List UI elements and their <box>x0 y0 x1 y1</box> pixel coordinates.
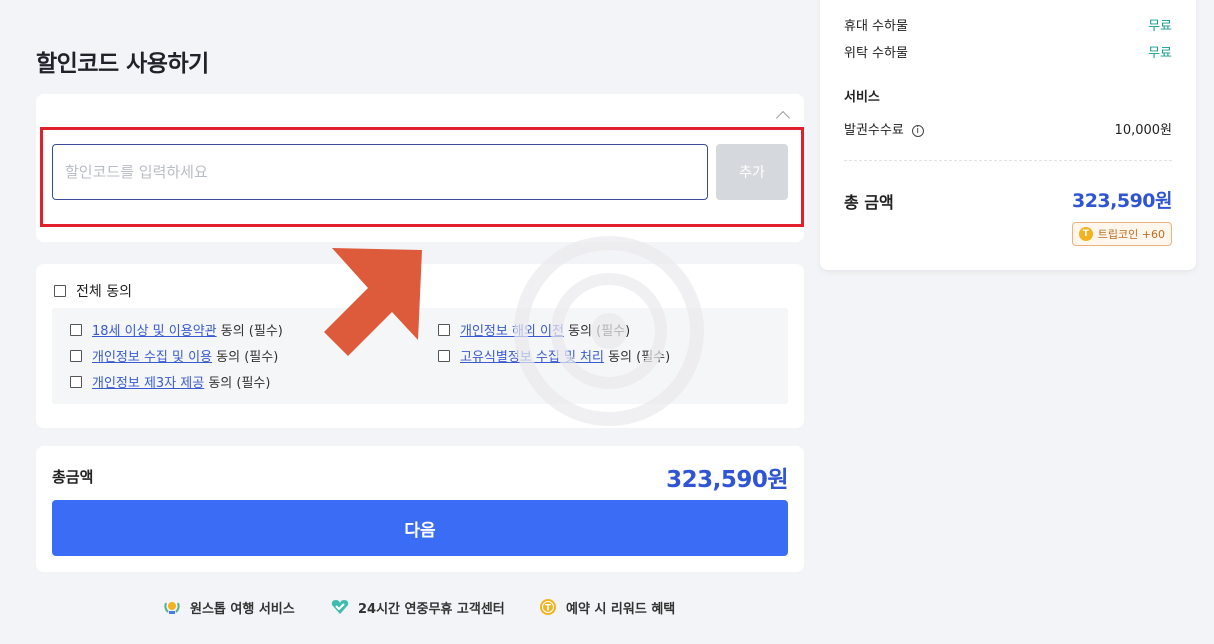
term-item[interactable]: 18세 이상 및 이용약관 동의 (필수) <box>70 320 283 339</box>
checkbox-icon[interactable] <box>70 349 82 362</box>
term-text: 18세 이상 및 이용약관 동의 (필수) <box>92 320 283 339</box>
summary-row-fee: 발권수수료 i 10,000원 <box>844 119 1172 138</box>
summary-label: 발권수수료 <box>844 123 904 138</box>
term-suffix: 동의 (필수) <box>563 324 631 339</box>
term-link-overseas-transfer[interactable]: 개인정보 해외 이전 <box>460 324 564 339</box>
highlight-box <box>40 127 804 227</box>
checkbox-icon[interactable] <box>70 323 82 336</box>
checkbox-icon[interactable] <box>438 349 450 362</box>
term-suffix: 동의 (필수) <box>603 350 671 365</box>
checkbox-icon[interactable] <box>70 375 82 388</box>
coin-icon: T <box>1078 227 1093 241</box>
next-button[interactable]: 다음 <box>52 500 788 556</box>
agree-all-label: 전체 동의 <box>76 284 132 300</box>
fee-label-group: 발권수수료 i <box>844 119 924 138</box>
agree-all-checkbox[interactable]: 전체 동의 <box>54 281 132 301</box>
term-suffix: 동의 (필수) <box>204 376 271 391</box>
term-link-age-terms[interactable]: 18세 이상 및 이용약관 <box>92 324 217 339</box>
term-item[interactable]: 개인정보 수집 및 이용 동의 (필수) <box>70 346 278 365</box>
summary-label: 휴대 수하물 <box>844 19 908 34</box>
summary-value: 무료 <box>1148 19 1172 34</box>
divider <box>844 160 1172 161</box>
summary-row-checked: 위탁 수하물 무료 <box>844 42 1172 61</box>
grand-total-label: 총 금액 <box>844 193 894 212</box>
coin-label: 트립코인 +60 <box>1097 228 1165 241</box>
pointer-arrow-icon <box>324 248 422 356</box>
term-suffix: 동의 (필수) <box>212 350 279 365</box>
checkbox-icon[interactable] <box>54 285 66 297</box>
term-item[interactable]: 개인정보 해외 이전 동의 (필수) <box>438 320 630 339</box>
feature-label: 24시간 연중무휴 고객센터 <box>358 601 505 617</box>
feature-label: 예약 시 리워드 혜택 <box>566 601 676 617</box>
total-label: 총금액 <box>52 468 94 486</box>
svg-text:T: T <box>545 604 552 614</box>
total-price: 323,590원 <box>666 467 788 493</box>
trip-coin-badge: T 트립코인 +60 <box>1071 222 1172 246</box>
heart-check-icon <box>331 600 349 614</box>
term-link-third-party[interactable]: 개인정보 제3자 제공 <box>92 376 204 391</box>
chevron-up-icon[interactable] <box>776 108 790 122</box>
term-suffix: 동의 (필수) <box>216 324 283 339</box>
feature-one-stop: 원스톱 여행 서비스 <box>162 597 295 617</box>
summary-row-carry-on: 휴대 수하물 무료 <box>844 15 1172 34</box>
info-icon[interactable]: i <box>911 125 924 137</box>
feature-support: 24시간 연중무휴 고객센터 <box>330 597 505 617</box>
summary-value: 무료 <box>1148 46 1172 61</box>
feature-label: 원스톱 여행 서비스 <box>190 601 295 617</box>
term-text: 개인정보 수집 및 이용 동의 (필수) <box>92 346 278 365</box>
grand-total-price: 323,590원 <box>1071 190 1173 212</box>
term-text: 개인정보 제3자 제공 동의 (필수) <box>92 372 270 391</box>
page-title: 할인코드 사용하기 <box>36 51 209 77</box>
summary-label: 위탁 수하물 <box>844 46 908 61</box>
summary-value: 10,000원 <box>1114 123 1172 138</box>
checkbox-icon[interactable] <box>438 323 450 336</box>
term-item[interactable]: 고유식별정보 수집 및 처리 동의 (필수) <box>438 346 670 365</box>
term-link-unique-id[interactable]: 고유식별정보 수집 및 처리 <box>460 350 604 365</box>
term-item[interactable]: 개인정보 제3자 제공 동의 (필수) <box>70 372 270 391</box>
feature-reward: T 예약 시 리워드 혜택 <box>538 597 675 617</box>
term-text: 고유식별정보 수집 및 처리 동의 (필수) <box>460 346 670 365</box>
term-link-privacy-collection[interactable]: 개인정보 수집 및 이용 <box>92 350 212 365</box>
laurel-badge-icon <box>164 602 180 614</box>
service-heading: 서비스 <box>844 90 880 105</box>
term-text: 개인정보 해외 이전 동의 (필수) <box>460 320 630 339</box>
coin-icon: T <box>540 599 556 615</box>
